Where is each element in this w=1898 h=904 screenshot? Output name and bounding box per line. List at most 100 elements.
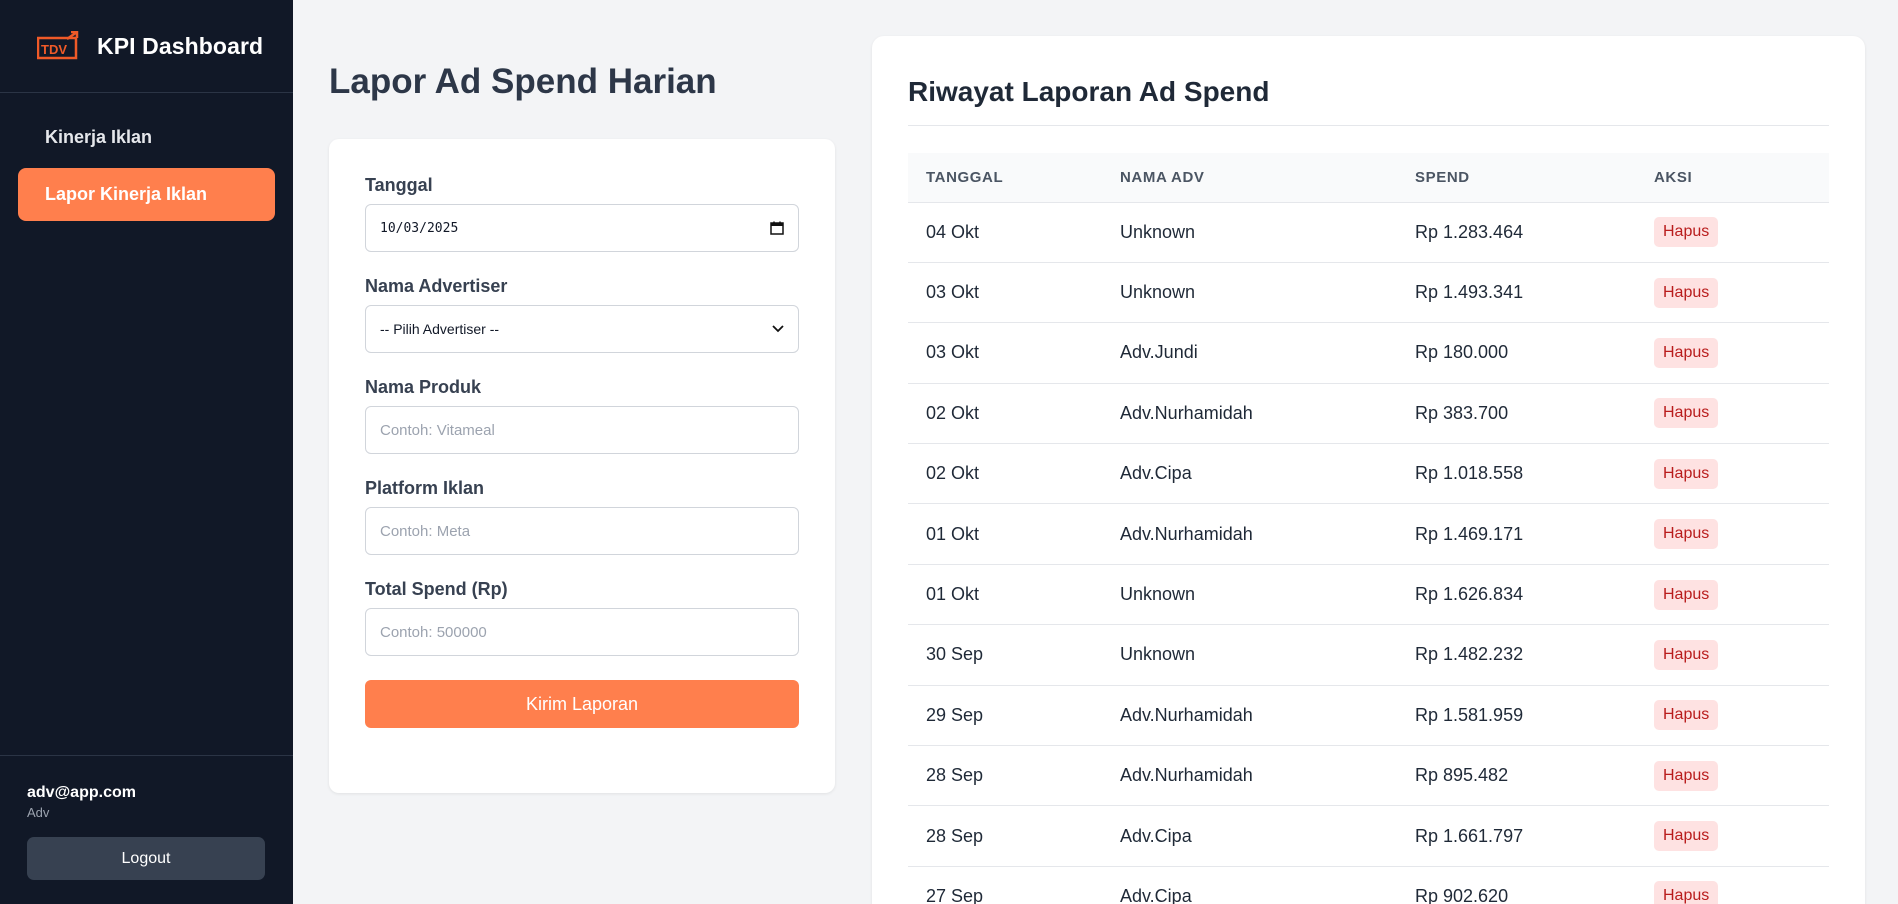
delete-button[interactable]: Hapus (1654, 398, 1719, 429)
cell-adv: Unknown (1120, 282, 1196, 303)
table-row: 04 Okt Unknown Rp 1.283.464 Hapus (908, 202, 1829, 263)
cell-action: Hapus (1636, 383, 1829, 443)
sidebar-item-label: Lapor Kinerja Iklan (45, 184, 208, 204)
cell-spend: Rp 1.493.341 (1415, 282, 1524, 303)
calendar-icon[interactable] (770, 221, 784, 235)
cell-spend: Rp 1.283.464 (1415, 221, 1524, 242)
cell-date: 30 Sep (926, 644, 984, 665)
cell-date: 28 Sep (926, 825, 984, 846)
advertiser-label: Nama Advertiser (365, 276, 508, 296)
cell-action: Hapus (1636, 444, 1829, 504)
delete-button[interactable]: Hapus (1654, 337, 1719, 368)
table-row: 01 Okt Unknown Rp 1.626.834 Hapus (908, 564, 1829, 625)
cell-adv: Adv.Nurhamidah (1120, 402, 1253, 423)
cell-action: Hapus (1636, 262, 1829, 322)
delete-button[interactable]: Hapus (1654, 277, 1719, 308)
table-row: 02 Okt Adv.Nurhamidah Rp 383.700 Hapus (908, 383, 1829, 444)
table-row: 01 Okt Adv.Nurhamidah Rp 1.469.171 Hapus (908, 504, 1829, 565)
delete-button[interactable]: Hapus (1654, 217, 1719, 248)
cell-spend: Rp 902.620 (1415, 885, 1509, 904)
platform-field-group: Platform Iklan Contoh: Meta (365, 478, 799, 555)
date-value: 10/03/2025 (380, 220, 459, 236)
table-row: 03 Okt Adv.Jundi Rp 180.000 Hapus (908, 323, 1829, 384)
cell-spend: Rp 1.661.797 (1415, 825, 1524, 846)
cell-adv: Unknown (1120, 584, 1196, 605)
history-title: Riwayat Laporan Ad Spend (908, 36, 1829, 126)
table-row: 03 Okt Unknown Rp 1.493.341 Hapus (908, 262, 1829, 323)
cell-spend: Rp 1.581.959 (1415, 704, 1524, 725)
cell-action: Hapus (1636, 323, 1829, 383)
cell-adv: Adv.Nurhamidah (1120, 704, 1253, 725)
cell-date: 28 Sep (926, 765, 984, 786)
platform-input[interactable]: Contoh: Meta (365, 507, 799, 555)
cell-adv: Adv.Cipa (1120, 885, 1192, 904)
date-field-group: Tanggal 10/03/2025 (365, 175, 799, 252)
cell-spend: Rp 383.700 (1415, 402, 1509, 423)
user-email: adv@app.com (27, 784, 136, 801)
delete-button[interactable]: Hapus (1654, 700, 1719, 731)
date-input[interactable]: 10/03/2025 (365, 204, 799, 252)
spend-input[interactable]: Contoh: 500000 (365, 608, 799, 656)
cell-action: Hapus (1636, 746, 1829, 806)
cell-action: Hapus (1636, 625, 1829, 685)
cell-date: 02 Okt (926, 463, 980, 484)
cell-action: Hapus (1636, 564, 1829, 624)
sidebar-item-kinerja-iklan[interactable]: Kinerja Iklan (18, 111, 275, 164)
cell-date: 01 Okt (926, 584, 980, 605)
table-row: 27 Sep Adv.Cipa Rp 902.620 Hapus (908, 866, 1829, 904)
cell-action: Hapus (1636, 685, 1829, 745)
delete-button[interactable]: Hapus (1654, 458, 1719, 489)
column-header-date: TANGGAL (926, 168, 1004, 186)
column-header-spend: SPEND (1415, 168, 1470, 186)
spend-label: Total Spend (Rp) (365, 579, 508, 599)
delete-button[interactable]: Hapus (1654, 760, 1719, 791)
table-row: 30 Sep Unknown Rp 1.482.232 Hapus (908, 625, 1829, 686)
cell-adv: Adv.Cipa (1120, 825, 1192, 846)
spend-field-group: Total Spend (Rp) Contoh: 500000 (365, 579, 799, 656)
cell-action: Hapus (1636, 866, 1829, 904)
app-title: KPI Dashboard (97, 32, 264, 59)
cell-action: Hapus (1636, 806, 1829, 866)
sidebar: TDV KPI Dashboard Kinerja Iklan Lapor Ki… (0, 0, 293, 904)
cell-date: 03 Okt (926, 342, 980, 363)
advertiser-select[interactable]: -- Pilih Advertiser -- (365, 305, 799, 353)
sidebar-item-label: Kinerja Iklan (45, 127, 153, 147)
cell-spend: Rp 895.482 (1415, 765, 1509, 786)
cell-adv: Adv.Nurhamidah (1120, 765, 1253, 786)
cell-adv: Unknown (1120, 644, 1196, 665)
delete-button[interactable]: Hapus (1654, 639, 1719, 670)
logo-icon: TDV (37, 31, 79, 60)
product-field-group: Nama Produk Contoh: Vitameal (365, 377, 799, 454)
submit-report-button[interactable]: Kirim Laporan (365, 680, 799, 728)
cell-date: 27 Sep (926, 885, 984, 904)
cell-date: 29 Sep (926, 704, 984, 725)
advertiser-field-group: Nama Advertiser -- Pilih Advertiser -- (365, 276, 799, 353)
user-panel: adv@app.com Adv Logout (0, 755, 293, 904)
delete-button[interactable]: Hapus (1654, 881, 1719, 904)
product-input[interactable]: Contoh: Vitameal (365, 406, 799, 454)
cell-spend: Rp 1.482.232 (1415, 644, 1524, 665)
table-row: 29 Sep Adv.Nurhamidah Rp 1.581.959 Hapus (908, 685, 1829, 746)
brand: TDV KPI Dashboard (0, 0, 293, 93)
delete-button[interactable]: Hapus (1654, 579, 1719, 610)
cell-spend: Rp 1.018.558 (1415, 463, 1524, 484)
advertiser-selected-value: -- Pilih Advertiser -- (380, 321, 500, 337)
report-form: Tanggal 10/03/2025 Nama Advertiser -- Pi… (329, 139, 835, 793)
logout-button[interactable]: Logout (27, 837, 265, 880)
cell-adv: Adv.Nurhamidah (1120, 523, 1253, 544)
cell-adv: Adv.Cipa (1120, 463, 1192, 484)
sidebar-item-lapor-kinerja-iklan[interactable]: Lapor Kinerja Iklan (18, 168, 275, 221)
delete-button[interactable]: Hapus (1654, 519, 1719, 550)
date-label: Tanggal (365, 175, 433, 195)
column-header-action: AKSI (1654, 168, 1693, 186)
svg-text:TDV: TDV (41, 42, 67, 57)
cell-adv: Adv.Jundi (1120, 342, 1198, 363)
product-label: Nama Produk (365, 377, 482, 397)
column-header-adv: NAMA ADV (1120, 168, 1205, 186)
platform-label: Platform Iklan (365, 478, 485, 498)
history-table-body: 04 Okt Unknown Rp 1.283.464 Hapus 03 Okt Unkn… (908, 202, 1829, 904)
cell-action: Hapus (1636, 202, 1829, 262)
cell-spend: Rp 1.626.834 (1415, 584, 1524, 605)
delete-button[interactable]: Hapus (1654, 821, 1719, 852)
page-title: Lapor Ad Spend Harian (329, 62, 717, 101)
